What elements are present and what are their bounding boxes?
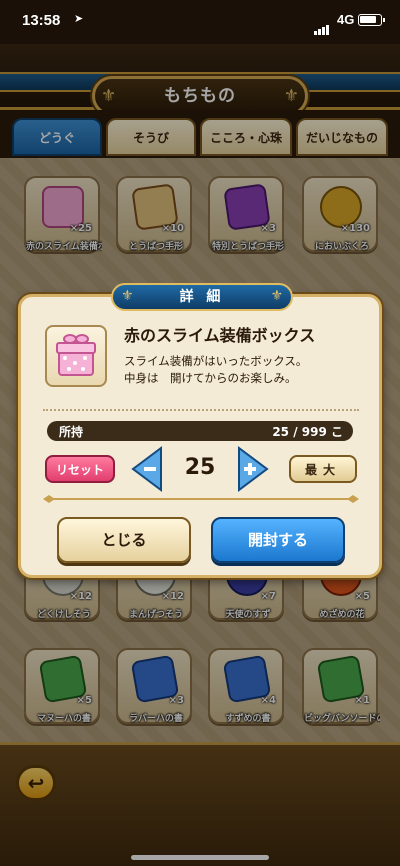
reset-button[interactable]: リセット <box>45 455 115 483</box>
battery-icon <box>358 14 385 26</box>
fleur-icon: ⚜ <box>270 288 283 304</box>
owned-value: 25 / 999 こ <box>272 425 343 439</box>
open-box-button[interactable]: 開封する <box>211 517 345 563</box>
item-name: 赤のスライム装備ボックス <box>124 326 316 345</box>
status-time: 13:58 <box>22 12 61 29</box>
location-arrow-icon: ➤ <box>74 12 84 25</box>
quantity-value: 25 <box>184 455 216 480</box>
dotted-divider <box>43 409 359 411</box>
owned-label: 所持 <box>59 425 84 439</box>
dialog-title-plate: ⚜ 詳 細 ⚜ <box>111 283 293 311</box>
owned-count-bar: 所持 25 / 999 こ <box>47 421 353 441</box>
detail-dialog: ⚜ 詳 細 ⚜ 赤のスライム装備ボックス スライム装備がはいったボックス。 中身… <box>18 283 382 578</box>
item-icon-frame <box>45 325 107 387</box>
item-description: スライム装備がはいったボックス。 中身は 開けてからのお楽しみ。 <box>124 354 308 385</box>
close-button[interactable]: とじる <box>57 517 191 563</box>
increase-quantity-button[interactable] <box>237 446 269 492</box>
signal-icon <box>314 16 330 35</box>
max-button[interactable]: 最大 <box>289 455 357 483</box>
status-bar: 13:58 ➤ 4G <box>0 0 400 44</box>
decrease-quantity-button[interactable] <box>131 446 163 492</box>
network-type: 4G <box>337 12 355 27</box>
ornamental-divider <box>43 495 359 503</box>
dialog-title: 詳 細 <box>179 289 225 305</box>
fleur-icon: ⚜ <box>121 288 134 304</box>
pink-gift-box-icon <box>56 334 96 376</box>
